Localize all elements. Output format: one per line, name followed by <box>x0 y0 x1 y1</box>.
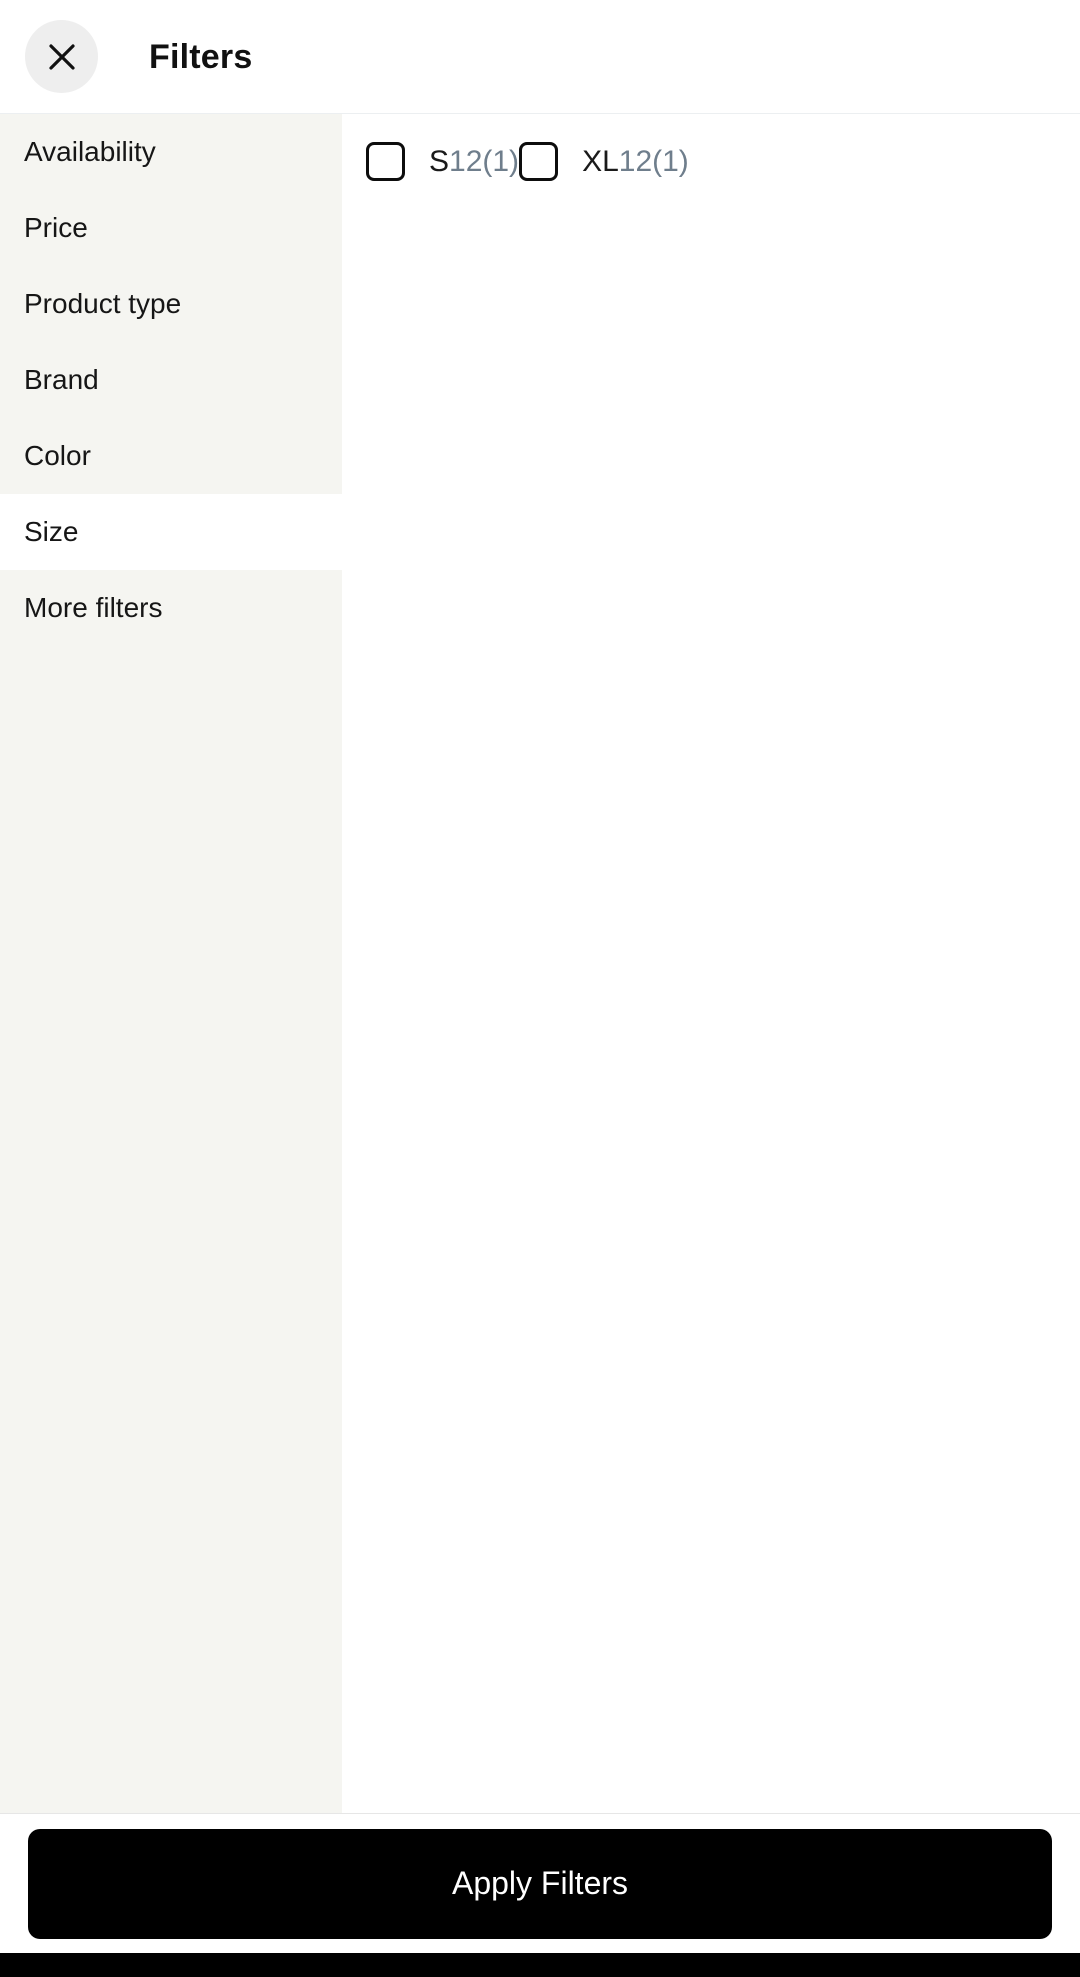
header-bar: Filters <box>0 0 1080 114</box>
sidebar-item-color[interactable]: Color <box>0 418 342 494</box>
sidebar-item-label: Availability <box>24 136 156 167</box>
checkbox-xl[interactable] <box>519 142 559 181</box>
size-options-list: S 12(1) XL 12(1) <box>366 142 1080 181</box>
close-icon <box>44 39 80 75</box>
sidebar-item-size[interactable]: Size <box>0 494 342 570</box>
apply-filters-button[interactable]: Apply Filters <box>28 1828 1052 1939</box>
sidebar-item-product-type[interactable]: Product type <box>0 266 342 342</box>
filter-option-count: 12(1) <box>618 144 689 178</box>
sidebar-item-availability[interactable]: Availability <box>0 114 342 190</box>
filter-option-xl[interactable]: XL 12(1) <box>519 142 689 181</box>
filter-option-count: 12(1) <box>449 144 520 178</box>
sidebar-item-price[interactable]: Price <box>0 190 342 266</box>
sidebar-item-label: Product type <box>24 288 182 319</box>
sidebar-item-label: Brand <box>24 364 99 395</box>
sidebar-item-label: Color <box>24 440 91 471</box>
sidebar-filler <box>0 646 342 1813</box>
sidebar-item-label: Size <box>24 516 79 547</box>
system-navigation-bar <box>0 1953 1080 1977</box>
filter-option-label: XL <box>582 144 619 178</box>
page-title: Filters <box>149 37 253 76</box>
sidebar-item-more-filters[interactable]: More filters <box>0 570 342 646</box>
close-button[interactable] <box>25 20 98 93</box>
filter-category-sidebar: Availability Price Product type Brand Co… <box>0 114 342 1813</box>
filters-screen: Filters Availability Price Product type … <box>0 0 1080 1977</box>
filters-body: Availability Price Product type Brand Co… <box>0 114 1080 1813</box>
sidebar-item-label: Price <box>24 212 88 243</box>
footer-bar: Apply Filters <box>0 1813 1080 1953</box>
sidebar-item-brand[interactable]: Brand <box>0 342 342 418</box>
sidebar-item-label: More filters <box>24 592 163 623</box>
checkbox-s[interactable] <box>366 142 405 181</box>
filter-option-s[interactable]: S 12(1) <box>366 142 519 181</box>
filter-option-label: S <box>429 144 450 178</box>
filter-options-panel: S 12(1) XL 12(1) <box>342 114 1080 1813</box>
